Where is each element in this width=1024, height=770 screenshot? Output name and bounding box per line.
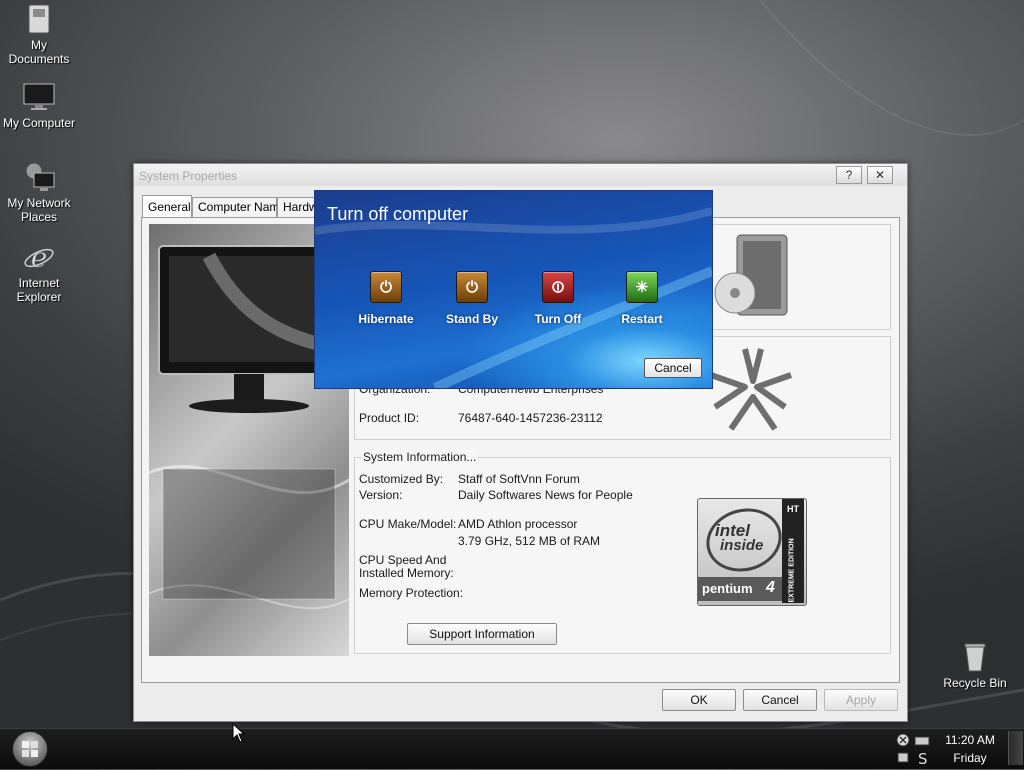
turn-off-power-icon[interactable]: ⏼ bbox=[542, 271, 574, 303]
extreme-edition-text: EXTREME EDITION bbox=[788, 538, 796, 603]
close-button[interactable]: ✕ bbox=[867, 166, 893, 184]
ie-icon: e bbox=[22, 240, 56, 274]
desktop-icon-label: My Network Places bbox=[7, 196, 71, 224]
taskbar: S 11:20 AM Friday bbox=[0, 728, 1024, 769]
system-information-title: System Information... bbox=[361, 450, 479, 464]
printer-icon[interactable] bbox=[914, 736, 930, 746]
cpu-speed-value: 3.79 GHz, 512 MB of RAM bbox=[458, 534, 601, 548]
inside-text: inside bbox=[720, 537, 764, 554]
restart-icon[interactable]: ✳ bbox=[626, 271, 658, 303]
documents-icon bbox=[22, 2, 56, 36]
desktop-icon-my-computer[interactable]: My Computer bbox=[0, 80, 78, 130]
cpu-speed-label-line1: CPU Speed And bbox=[359, 553, 447, 567]
cpu-model-value: AMD Athlon processor bbox=[458, 517, 578, 531]
product-id-value: 76487-640-1457236-23112 bbox=[458, 411, 603, 425]
cpu-speed-label-line2: Installed Memory: bbox=[359, 566, 454, 580]
turn-off-option[interactable]: ⏼ Turn Off bbox=[518, 271, 598, 326]
recycle-bin-icon bbox=[958, 640, 992, 674]
svg-text:e: e bbox=[31, 241, 48, 273]
hibernate-power-icon[interactable]: ⏻ bbox=[370, 271, 402, 303]
system-information-group: System Information... Customized By: Sta… bbox=[354, 450, 891, 654]
computer-icon bbox=[22, 80, 56, 114]
title-bar[interactable]: System Properties ? ✕ bbox=[134, 164, 907, 186]
clock-day: Friday bbox=[953, 751, 987, 765]
pentium-text: pentium bbox=[702, 581, 753, 596]
turn-off-computer-dialog[interactable]: Turn off computer ⏻ Hibernate ⏻ Stand By… bbox=[314, 190, 713, 389]
window-title: System Properties bbox=[139, 169, 238, 183]
svg-text:S: S bbox=[918, 750, 928, 767]
extreme-edition-strip: HT EXTREME EDITION bbox=[782, 499, 804, 603]
volume-icon[interactable]: S bbox=[918, 750, 928, 768]
customized-by-label: Customized By: bbox=[359, 472, 444, 486]
clock[interactable]: 11:20 AM Friday bbox=[936, 731, 1004, 767]
version-label: Version: bbox=[359, 488, 403, 502]
help-button[interactable]: ? bbox=[836, 166, 862, 184]
tab-computer-name[interactable]: Computer Name bbox=[192, 197, 286, 217]
hibernate-option[interactable]: ⏻ Hibernate bbox=[346, 271, 426, 326]
security-icon[interactable] bbox=[896, 733, 910, 747]
cd-box-icon bbox=[714, 234, 788, 316]
memory-protection-label: Memory Protection: bbox=[359, 586, 464, 600]
version-value: Daily Softwares News for People bbox=[458, 488, 633, 502]
clock-time: 11:20 AM bbox=[945, 733, 995, 747]
network-icon bbox=[22, 160, 56, 194]
system-tray: S bbox=[894, 731, 934, 768]
stand-by-option[interactable]: ⏻ Stand By bbox=[432, 271, 512, 326]
stand-by-label: Stand By bbox=[445, 312, 498, 326]
desktop-icon-label: Recycle Bin bbox=[943, 676, 1007, 690]
cpu-model-label: CPU Make/Model: bbox=[359, 517, 457, 531]
windows-logo-icon bbox=[22, 741, 38, 757]
intel-badge: intel inside HT EXTREME EDITION pentium … bbox=[697, 498, 807, 606]
tab-general[interactable]: General bbox=[142, 195, 192, 217]
restart-option[interactable]: ✳ Restart bbox=[602, 271, 682, 326]
star-logo-icon bbox=[710, 348, 792, 431]
dialog-cancel-button[interactable]: Cancel bbox=[644, 358, 702, 378]
desktop-icon-label: My Documents bbox=[8, 38, 70, 66]
ht-text: HT bbox=[787, 504, 799, 514]
desktop-icon-recycle-bin[interactable]: Recycle Bin bbox=[936, 640, 1014, 690]
show-desktop-button[interactable] bbox=[1008, 731, 1023, 765]
network-tray-icon[interactable] bbox=[897, 752, 909, 763]
pentium-4-text: 4 bbox=[766, 579, 775, 596]
cancel-button[interactable]: Cancel bbox=[743, 689, 817, 711]
desktop-icon-internet-explorer[interactable]: e Internet Explorer bbox=[0, 240, 78, 304]
start-button[interactable] bbox=[12, 731, 48, 767]
desktop-icon-label: Internet Explorer bbox=[16, 276, 62, 304]
pentium-bar: pentium 4 bbox=[698, 577, 782, 601]
product-id-label: Product ID: bbox=[359, 411, 420, 425]
stand-by-power-icon[interactable]: ⏻ bbox=[456, 271, 488, 303]
dialog-title: Turn off computer bbox=[327, 204, 469, 224]
desktop-icon-label: My Computer bbox=[2, 116, 76, 130]
apply-button[interactable]: Apply bbox=[824, 689, 898, 711]
desktop-icon-my-documents[interactable]: My Documents bbox=[0, 2, 78, 66]
customized-by-value: Staff of SoftVnn Forum bbox=[458, 472, 580, 486]
restart-label: Restart bbox=[621, 312, 663, 326]
desktop-icon-my-network-places[interactable]: My Network Places bbox=[0, 160, 78, 224]
mouse-cursor-icon bbox=[232, 723, 246, 743]
support-information-button[interactable]: Support Information bbox=[407, 623, 557, 645]
hibernate-label: Hibernate bbox=[358, 312, 414, 326]
turn-off-label: Turn Off bbox=[534, 312, 582, 326]
ok-button[interactable]: OK bbox=[662, 689, 736, 711]
